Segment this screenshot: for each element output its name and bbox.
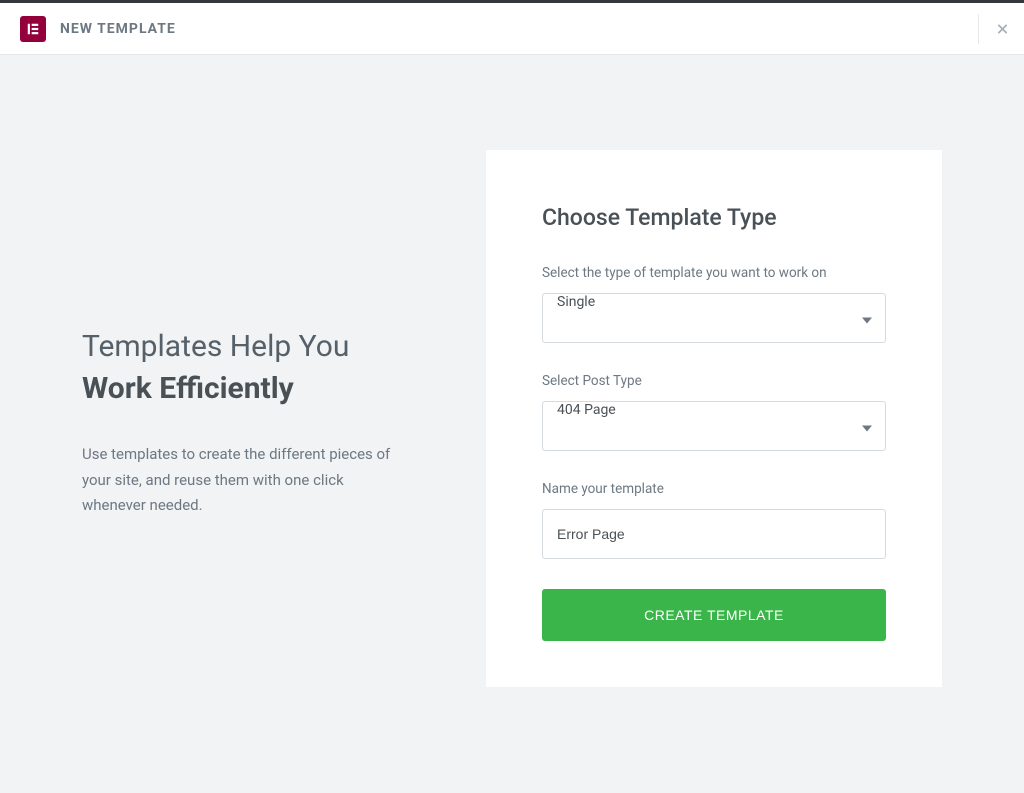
template-name-input[interactable] bbox=[542, 509, 886, 559]
create-template-button[interactable]: CREATE TEMPLATE bbox=[542, 589, 886, 641]
modal-title: NEW TEMPLATE bbox=[60, 21, 176, 37]
elementor-logo-icon bbox=[20, 16, 46, 42]
post-type-select[interactable]: 404 Page bbox=[542, 401, 886, 451]
info-panel: Templates Help You Work Efficiently Use … bbox=[82, 326, 486, 519]
heading-line-2: Work Efficiently bbox=[82, 368, 446, 410]
main-content: Templates Help You Work Efficiently Use … bbox=[0, 55, 1024, 790]
heading-line-1: Templates Help You bbox=[82, 326, 446, 368]
template-type-select[interactable]: Single bbox=[542, 293, 886, 343]
info-description: Use templates to create the different pi… bbox=[82, 442, 402, 519]
form-title: Choose Template Type bbox=[542, 204, 886, 231]
template-type-label: Select the type of template you want to … bbox=[542, 265, 886, 281]
form-panel: Choose Template Type Select the type of … bbox=[486, 150, 942, 687]
close-button[interactable] bbox=[978, 14, 1008, 44]
template-name-label: Name your template bbox=[542, 481, 886, 497]
close-icon bbox=[997, 21, 1008, 37]
post-type-label: Select Post Type bbox=[542, 373, 886, 389]
modal-header: NEW TEMPLATE bbox=[0, 3, 1024, 55]
